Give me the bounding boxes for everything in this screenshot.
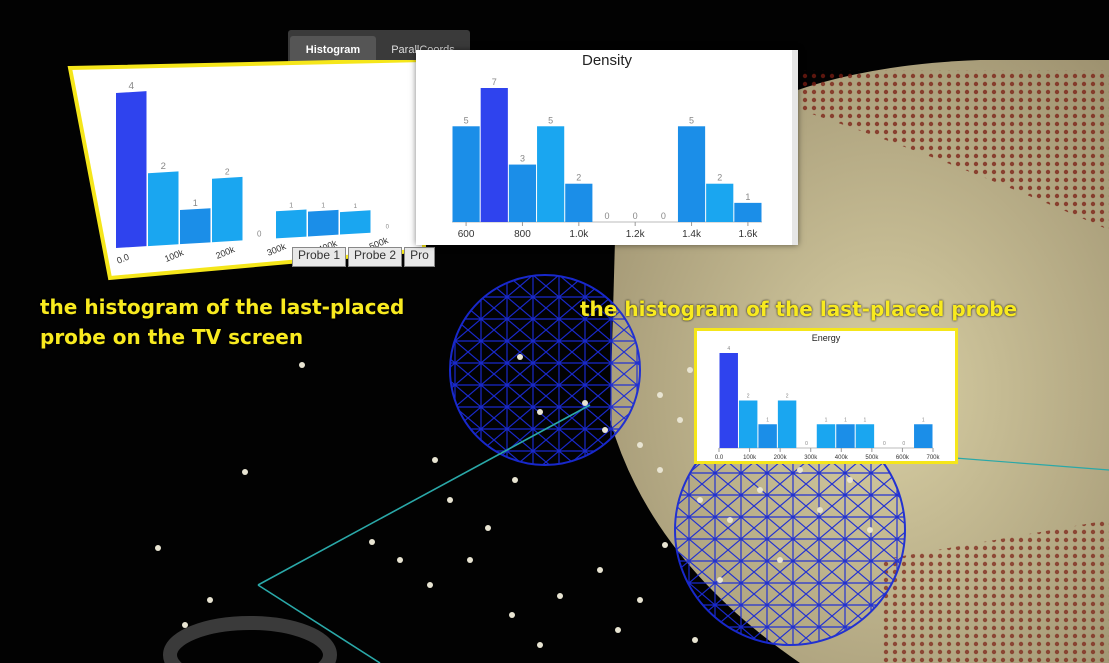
x-tick-label: 0.0 — [715, 455, 724, 461]
bar-value-label: 1 — [864, 417, 867, 423]
bar-value-label: 2 — [717, 173, 722, 183]
bar-value-label: 0 — [633, 211, 638, 221]
tv-histogram-bar[interactable] — [340, 210, 371, 235]
tv-bar-value-label: 1 — [321, 203, 325, 210]
x-tick-label: 1.2k — [626, 229, 646, 240]
bar-value-label: 1 — [844, 417, 847, 423]
probe-tabs: Probe 1 Probe 2 Pro — [292, 246, 437, 267]
histogram-bar[interactable] — [537, 126, 565, 222]
histogram-bar[interactable] — [706, 183, 734, 222]
bar-value-label: 0 — [661, 211, 666, 221]
bar-value-label: 3 — [520, 154, 525, 164]
bar-value-label: 0 — [604, 211, 609, 221]
density-histogram-panel: Density 5 7 3 5 2 0 0 0 5 2 1 600 800 1.0k 1.2k 1.4k 1.6… — [416, 50, 798, 245]
bar-value-label: 0 — [805, 441, 808, 447]
controller-ring — [163, 616, 337, 663]
tv-histogram-bar[interactable] — [148, 171, 179, 247]
tv-histogram-bar[interactable] — [116, 91, 147, 248]
tv-bar-value-label: 1 — [289, 200, 293, 209]
x-tick-label: 800 — [514, 229, 531, 240]
bar-value-label: 5 — [548, 115, 553, 125]
bar-value-label: 7 — [492, 77, 497, 87]
density-histogram-chart: 5 7 3 5 2 0 0 0 5 2 1 600 800 1.0k 1.2k 1.4k 1.6k — [452, 50, 798, 245]
histogram-bar[interactable] — [836, 424, 855, 448]
histogram-bar[interactable] — [508, 164, 537, 222]
x-tick-label: 600k — [896, 455, 910, 461]
bar-value-label: 0 — [883, 441, 886, 447]
tv-histogram-bar[interactable] — [212, 176, 243, 243]
bar-value-label: 4 — [727, 346, 730, 352]
bar-value-label: 0 — [902, 441, 905, 447]
probe-guide-line — [257, 404, 591, 586]
bar-value-label: 1 — [825, 417, 828, 423]
bar-value-label: 2 — [747, 394, 750, 400]
x-tick-label: 100k — [743, 455, 757, 461]
bar-value-label: 2 — [576, 173, 581, 183]
x-tick-label: 1.6k — [738, 229, 758, 240]
histogram-bar[interactable] — [738, 400, 758, 449]
tv-bar-value-label: 1 — [193, 198, 198, 208]
histogram-bar[interactable] — [816, 424, 836, 448]
tv-histogram-bar[interactable] — [180, 208, 211, 245]
x-tick-label: 300k — [804, 455, 818, 461]
x-tick-label: 200k — [774, 455, 788, 461]
probe-tab-1[interactable]: Probe 1 — [292, 247, 347, 267]
probe-tab-2[interactable]: Probe 2 — [348, 247, 403, 267]
caption-last-probe: the histogram of the last-placed probe — [580, 297, 1018, 321]
histogram-bar[interactable] — [777, 400, 797, 449]
tv-bar-value-label: 4 — [128, 81, 134, 92]
energy-title: Energy — [811, 333, 841, 343]
histogram-bar[interactable] — [734, 202, 762, 222]
histogram-bar[interactable] — [452, 126, 480, 222]
probe-tab-3[interactable]: Pro — [404, 247, 435, 267]
x-tick-label: 400k — [835, 455, 849, 461]
histogram-bar[interactable] — [677, 126, 706, 222]
energy-histogram-chart: 4 2 1 2 0 1 1 1 0 0 1 0.0 100k 200k 300k 400k 500k 600k 70… — [715, 346, 941, 461]
tv-histogram-bar[interactable] — [308, 209, 339, 237]
tv-histogram-bar[interactable] — [276, 209, 307, 239]
bar-value-label: 5 — [689, 115, 694, 125]
tv-bar-value-label: 2 — [225, 167, 230, 177]
x-tick-label: 1.4k — [682, 229, 702, 240]
bar-value-label: 1 — [745, 192, 750, 202]
histogram-bar[interactable] — [914, 424, 933, 448]
energy-histogram-panel: Energy 4 2 1 2 0 1 1 1 0 0 1 0.0 100k 200k 300k 400k 500… — [694, 328, 958, 464]
x-tick-label: 700k — [926, 455, 940, 461]
histogram-bar[interactable] — [565, 183, 593, 222]
histogram-bar[interactable] — [480, 88, 508, 222]
scrollbar[interactable] — [792, 50, 798, 245]
bar-value-label: 1 — [766, 417, 769, 423]
density-title: Density — [581, 52, 633, 69]
histogram-bar[interactable] — [758, 424, 777, 448]
tv-bar-value-label: 2 — [161, 161, 166, 172]
histogram-bar[interactable] — [719, 353, 738, 448]
x-tick-label: 600 — [458, 229, 475, 240]
tv-bar-value-label: 1 — [353, 203, 357, 210]
tv-bar-value-label: 0 — [257, 229, 262, 238]
x-tick-label: 500k — [865, 455, 879, 461]
bar-value-label: 5 — [464, 115, 469, 125]
x-tick-label: 1.0k — [569, 229, 589, 240]
histogram-bar[interactable] — [855, 424, 875, 448]
vr-viewport[interactable]: Histogram ParallCoords 421201110 0.0100k… — [0, 0, 1109, 663]
caption-tv-screen: the histogram of the last-placed probe o… — [40, 295, 405, 349]
bar-value-label: 1 — [922, 417, 925, 423]
bar-value-label: 2 — [786, 394, 789, 400]
